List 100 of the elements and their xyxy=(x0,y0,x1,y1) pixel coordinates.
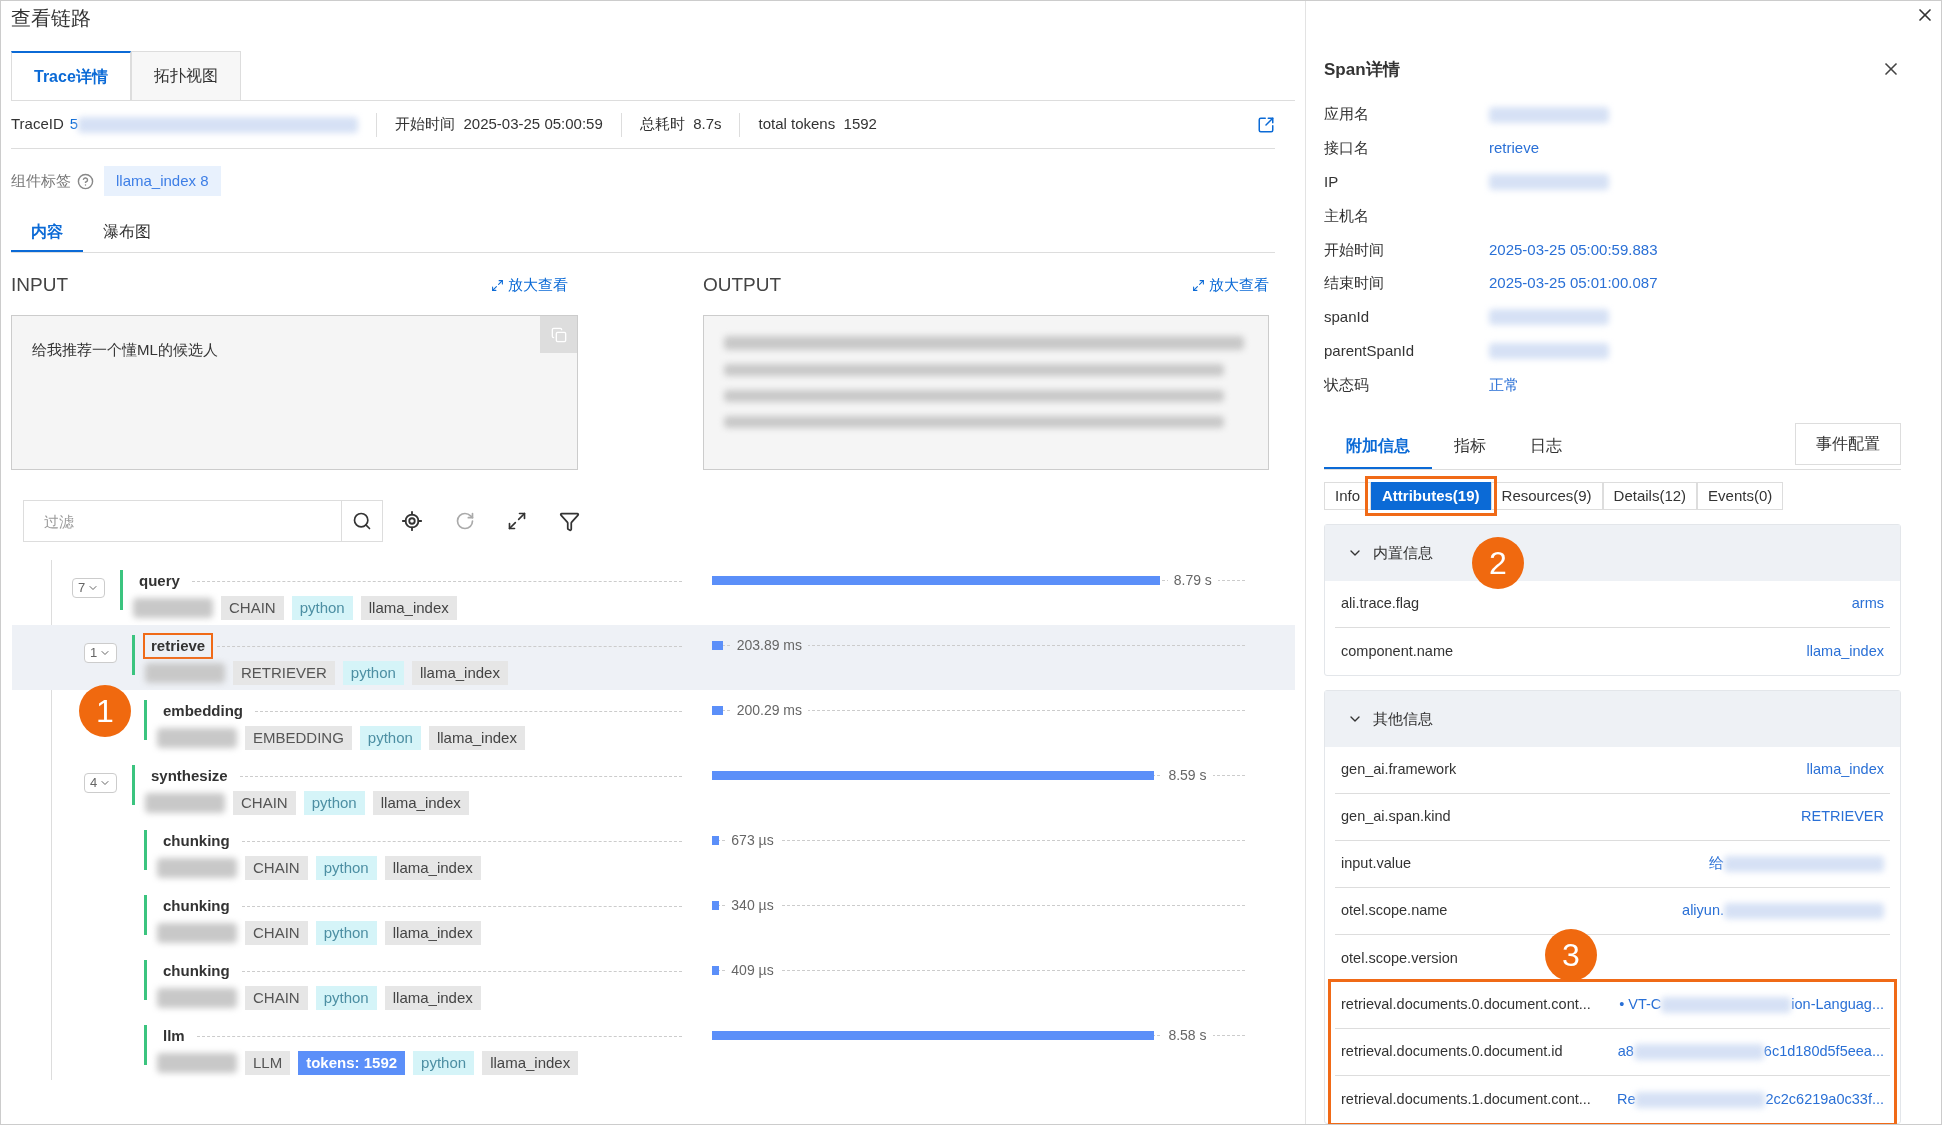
attribute-value[interactable]: a8 xyxy=(1617,1041,1634,1063)
attribute-value[interactable]: 给 xyxy=(1709,853,1724,875)
status-bar xyxy=(132,765,135,805)
help-icon[interactable] xyxy=(77,172,94,190)
span-row[interactable]: chunking CHAIN python llama_index 409 µs xyxy=(12,950,1295,1015)
attribute-value[interactable]: 2c2c6219a0c33f... xyxy=(1765,1088,1884,1111)
field-label: 结束时间 xyxy=(1324,273,1385,294)
span-tag: python xyxy=(315,921,377,945)
span-tag: llama_index xyxy=(384,921,481,945)
detail-tab[interactable]: 日志 xyxy=(1508,425,1584,470)
attribute-value[interactable]: RETRIEVER xyxy=(1801,806,1884,828)
trace-id-label: TraceID xyxy=(11,114,64,135)
expand-icon xyxy=(1192,278,1205,292)
filter-input[interactable]: 过滤 xyxy=(24,501,342,541)
collapse-toggle[interactable]: 1 xyxy=(84,643,118,663)
status-bar xyxy=(144,960,147,1000)
field-label: 状态码 xyxy=(1324,374,1370,395)
event-config-button[interactable]: 事件配置 xyxy=(1795,423,1901,466)
span-name[interactable]: query xyxy=(133,570,186,592)
status-bar xyxy=(144,1025,147,1065)
section-header[interactable]: 其他信息 xyxy=(1325,691,1900,747)
attribute-value[interactable]: llama_index xyxy=(1806,640,1884,663)
span-tag: llama_index xyxy=(360,596,457,620)
content-tab[interactable]: 内容 xyxy=(11,213,83,252)
span-name[interactable]: synthesize xyxy=(145,765,234,787)
sub-tab[interactable]: Resources(9) xyxy=(1490,482,1603,510)
status-bar xyxy=(144,830,147,870)
attribute-key: retrieval.documents.0.document.id xyxy=(1341,1041,1563,1063)
status-bar xyxy=(120,570,123,610)
span-tag: python xyxy=(342,661,404,685)
status-bar xyxy=(144,700,147,740)
span-tag: CHAIN xyxy=(245,986,308,1010)
attribute-value[interactable]: llama_index xyxy=(1806,759,1884,781)
span-row[interactable]: chunking CHAIN python llama_index 340 µs xyxy=(12,885,1295,950)
span-row[interactable]: 1 retrieve RETRIEVER python llama_index 203.89 ms xyxy=(12,625,1295,690)
span-tag: python xyxy=(359,726,421,750)
span-tag: python xyxy=(413,1051,475,1075)
span-row[interactable]: llm LLM tokens: 1592 python llama_index 8.58 s xyxy=(12,1015,1295,1080)
attribute-key: gen_ai.framework xyxy=(1341,759,1457,781)
span-name[interactable]: retrieve xyxy=(145,635,212,657)
component-tags-label: 组件标签 xyxy=(11,170,71,191)
tab[interactable]: Trace详情 xyxy=(11,51,131,100)
span-tag: llama_index xyxy=(411,661,508,685)
field-value[interactable]: 2025-03-25 05:00:59.883 xyxy=(1489,238,1658,262)
span-row[interactable]: chunking CHAIN python llama_index 673 µs xyxy=(12,820,1295,885)
external-link-icon[interactable] xyxy=(1257,115,1275,134)
collapse-toggle[interactable]: 7 xyxy=(72,578,106,598)
span-name[interactable]: embedding xyxy=(157,700,249,722)
attribute-value[interactable]: Re xyxy=(1616,1088,1636,1111)
zoom-link[interactable]: 放大查看 xyxy=(491,273,568,297)
span-tag: tokens: 1592 xyxy=(298,1051,406,1075)
zoom-link[interactable]: 放大查看 xyxy=(1192,273,1269,297)
attribute-value[interactable]: • VT-C xyxy=(1619,994,1662,1016)
panel-title: Span详情 xyxy=(1324,58,1400,81)
span-tag: llama_index xyxy=(384,986,481,1010)
span-tag: CHAIN xyxy=(245,921,308,945)
content-tab[interactable]: 瀑布图 xyxy=(83,213,171,252)
attribute-value[interactable]: ion-Languag... xyxy=(1791,994,1884,1016)
expand-icon[interactable] xyxy=(507,511,527,531)
span-name[interactable]: chunking xyxy=(157,830,236,852)
field-value[interactable]: 正常 xyxy=(1489,373,1519,397)
detail-tab[interactable]: 附加信息 xyxy=(1324,425,1432,470)
detail-tab[interactable]: 指标 xyxy=(1432,425,1508,470)
field-label: 开始时间 xyxy=(1324,239,1385,260)
span-tag: RETRIEVER xyxy=(233,661,335,685)
span-name[interactable]: chunking xyxy=(157,960,236,982)
locate-icon[interactable] xyxy=(401,510,423,532)
collapse-toggle[interactable]: 4 xyxy=(84,773,118,793)
span-tag: EMBEDDING xyxy=(245,726,352,750)
field-value[interactable]: retrieve xyxy=(1489,137,1540,160)
span-tag: CHAIN xyxy=(221,596,284,620)
expand-icon xyxy=(491,278,504,292)
field-label: 主机名 xyxy=(1324,205,1370,226)
span-name[interactable]: llm xyxy=(157,1025,191,1047)
status-bar xyxy=(132,635,135,675)
sub-tab[interactable]: Events(0) xyxy=(1697,482,1784,510)
span-name[interactable]: chunking xyxy=(157,895,236,917)
trace-id-value[interactable]: 5 xyxy=(69,113,79,136)
tab[interactable]: 拓扑视图 xyxy=(130,51,241,100)
attribute-key: otel.scope.name xyxy=(1341,900,1448,922)
status-bar xyxy=(144,895,147,935)
filter-field[interactable]: 过滤 xyxy=(23,500,383,542)
span-row[interactable]: 4 synthesize CHAIN python llama_index 8.59 s xyxy=(12,755,1295,820)
callout-number: 1 xyxy=(79,685,131,737)
attribute-value[interactable]: aliyun. xyxy=(1682,900,1724,922)
span-row[interactable]: 7 query CHAIN python llama_index 8.79 s xyxy=(12,560,1295,625)
component-tag: llama_index 8 xyxy=(104,166,221,196)
span-tag: llama_index xyxy=(482,1051,579,1075)
span-tag: python xyxy=(315,856,377,880)
total-tokens: total tokens 1592 xyxy=(758,114,877,135)
span-tag: python xyxy=(303,791,365,815)
sub-tab[interactable]: Details(12) xyxy=(1602,482,1698,510)
attribute-value[interactable]: arms xyxy=(1851,593,1884,615)
attribute-key: component.name xyxy=(1341,640,1454,663)
field-value[interactable]: 2025-03-25 05:01:00.087 xyxy=(1489,272,1658,295)
attribute-key: otel.scope.version xyxy=(1341,947,1458,970)
filter-icon[interactable] xyxy=(559,510,580,532)
sub-tab[interactable]: Info xyxy=(1324,482,1372,510)
attribute-value[interactable]: 6c1d180d5f5eea... xyxy=(1763,1041,1884,1063)
search-icon[interactable] xyxy=(352,511,372,531)
